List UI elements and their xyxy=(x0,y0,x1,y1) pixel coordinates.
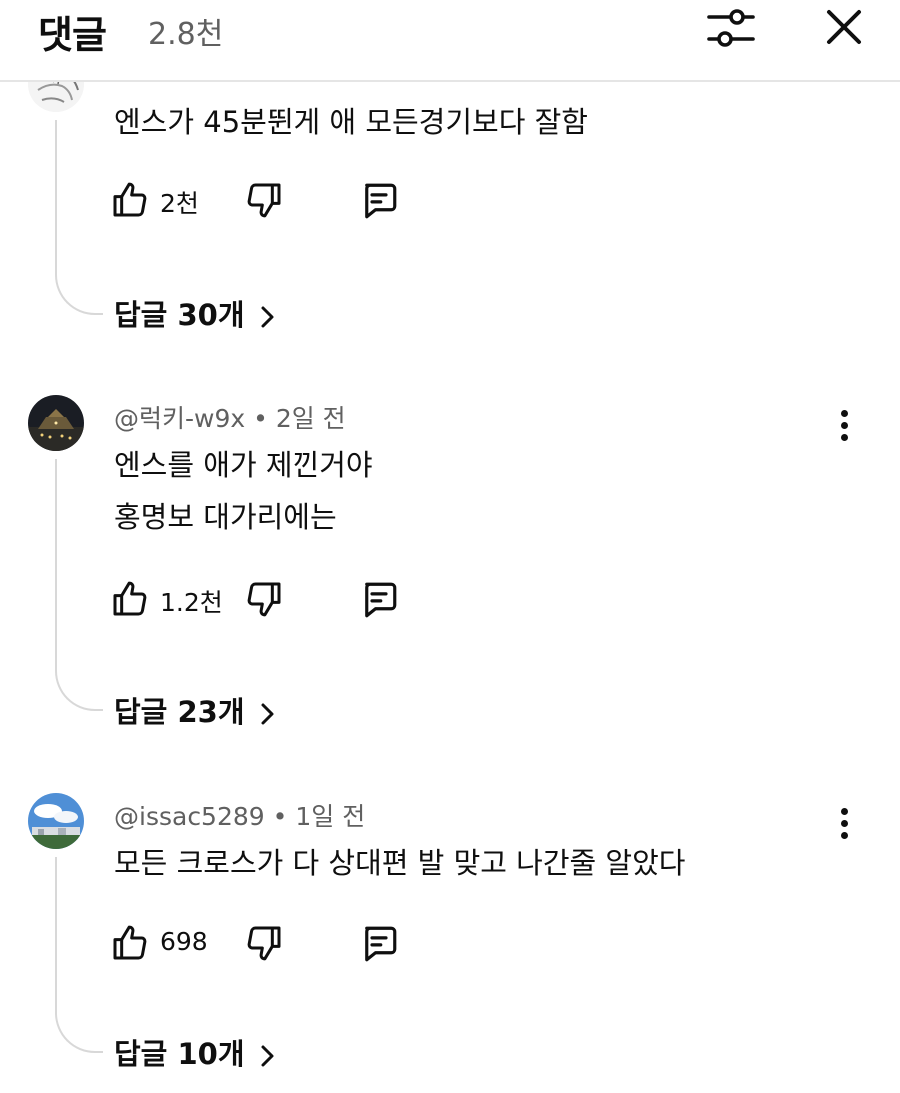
thumbs-up-icon xyxy=(113,182,147,217)
meta-separator: • xyxy=(272,802,296,831)
comment-icon xyxy=(365,183,397,219)
like-button[interactable]: 2천 xyxy=(110,178,210,222)
comment-time: 1일 전 xyxy=(295,802,366,831)
comment-author[interactable]: @issac5289 xyxy=(114,802,265,831)
like-button[interactable]: 698 xyxy=(110,921,220,965)
replies-label: 답글 10개 xyxy=(114,1037,245,1071)
thread-line xyxy=(55,857,103,1053)
comment-actions: 2천 xyxy=(110,178,530,222)
comment-text: 엔스가 45분뛴게 애 모든경기보다 잘함 xyxy=(114,100,588,144)
replies-label: 답글 23개 xyxy=(114,695,245,729)
reply-button[interactable] xyxy=(358,577,402,621)
comment-line: 홍명보 대가리에는 xyxy=(114,500,337,534)
thumbs-down-icon xyxy=(247,183,281,218)
reply-button[interactable] xyxy=(358,921,402,965)
dislike-button[interactable] xyxy=(244,921,288,965)
sliders-icon xyxy=(707,9,755,47)
thumbs-down-icon xyxy=(247,582,281,617)
replies-label: 답글 30개 xyxy=(114,298,245,332)
close-icon xyxy=(827,10,861,44)
comments-header: 댓글 2.8천 xyxy=(0,0,900,82)
view-replies-button[interactable]: 답글 30개 xyxy=(114,292,277,334)
thumbs-up-icon xyxy=(113,925,147,960)
thumbs-down-icon xyxy=(247,926,281,961)
dislike-button[interactable] xyxy=(244,178,288,222)
like-count: 2천 xyxy=(160,189,199,218)
meta-separator: • xyxy=(253,404,276,433)
thumbs-up-icon xyxy=(113,581,147,616)
reply-button[interactable] xyxy=(358,178,402,222)
close-button[interactable] xyxy=(817,2,871,56)
comments-panel: 엔스가 45분뛴게 애 모든경기보다 잘함 2천 답글 30개 @럭키-w9x … xyxy=(0,0,900,1093)
avatar[interactable] xyxy=(28,395,84,451)
like-count: 1.2천 xyxy=(160,588,223,617)
chevron-right-icon xyxy=(261,703,273,725)
comment-actions: 698 xyxy=(110,921,530,965)
dislike-button[interactable] xyxy=(244,577,288,621)
comment-line: 모든 크로스가 다 상대편 발 맞고 나간줄 알았다 xyxy=(114,846,686,880)
comment-text: 모든 크로스가 다 상대편 발 맞고 나간줄 알았다 xyxy=(114,841,685,885)
comment-line: 엔스가 45분뛴게 애 모든경기보다 잘함 xyxy=(114,105,588,139)
more-options-button[interactable] xyxy=(826,805,862,841)
comment-count: 2.8천 xyxy=(148,17,224,52)
comment-author[interactable]: @럭키-w9x xyxy=(114,404,245,433)
avatar[interactable] xyxy=(28,793,84,849)
comment-text: 엔스를 애가 제낀거야 홍명보 대가리에는 xyxy=(114,443,373,539)
like-count: 698 xyxy=(160,927,208,956)
sort-filter-button[interactable] xyxy=(704,2,758,56)
chevron-right-icon xyxy=(261,306,273,328)
thread-line xyxy=(55,459,103,711)
like-button[interactable]: 1.2천 xyxy=(110,577,230,621)
comment-time: 2일 전 xyxy=(275,404,346,433)
thread-line xyxy=(55,120,103,315)
page-title: 댓글 xyxy=(38,13,107,57)
comment-actions: 1.2천 xyxy=(110,577,530,621)
comment-icon xyxy=(365,582,397,618)
more-options-button[interactable] xyxy=(826,407,862,443)
comment-meta: @issac5289 • 1일 전 xyxy=(114,797,365,833)
more-vertical-icon xyxy=(841,808,848,815)
comment-icon xyxy=(365,926,397,962)
more-vertical-icon xyxy=(841,410,848,417)
comment-meta: @럭키-w9x • 2일 전 xyxy=(114,399,346,435)
view-replies-button[interactable]: 답글 10개 xyxy=(114,1031,277,1073)
view-replies-button[interactable]: 답글 23개 xyxy=(114,689,277,731)
chevron-right-icon xyxy=(261,1045,273,1067)
comment-line: 엔스를 애가 제낀거야 xyxy=(114,448,373,482)
